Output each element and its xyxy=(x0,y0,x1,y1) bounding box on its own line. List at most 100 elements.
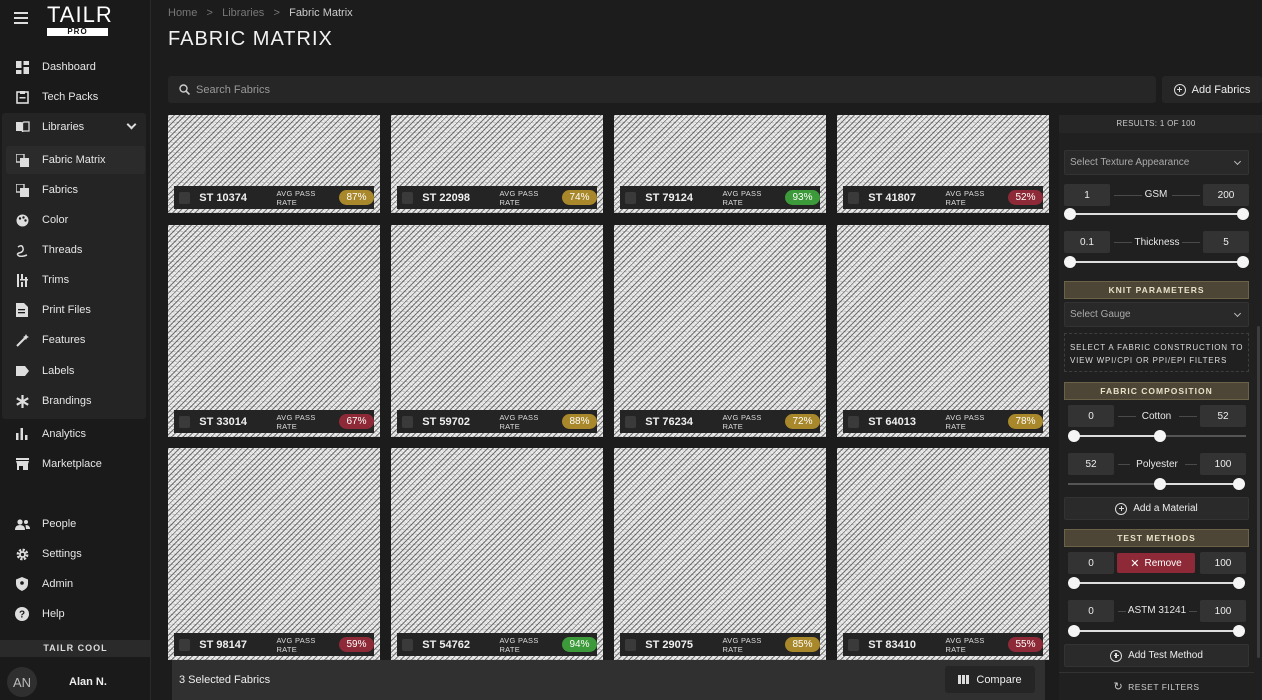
fabric-card[interactable]: ST 10374 AVG PASS RATE 87% xyxy=(168,115,380,213)
techpack-icon xyxy=(14,89,30,105)
polyester-min-input[interactable]: 52 xyxy=(1068,453,1114,475)
test1-slider-max-handle[interactable] xyxy=(1233,577,1245,589)
sidebar-item-libraries[interactable]: Libraries xyxy=(6,113,145,141)
fabric-card[interactable]: ST 83410 AVG PASS RATE 55% xyxy=(837,448,1049,660)
fabric-code: ST 76234 xyxy=(645,415,693,428)
fabric-card[interactable]: ST 29075 AVG PASS RATE 85% xyxy=(614,448,826,660)
test2-slider-max-handle[interactable] xyxy=(1233,625,1245,637)
sidebar-item-marketplace[interactable]: Marketplace xyxy=(6,450,145,478)
polyester-slider-max-handle[interactable] xyxy=(1233,478,1245,490)
cotton-max-input[interactable]: 52 xyxy=(1200,405,1246,427)
search-input[interactable] xyxy=(196,83,1096,96)
remove-test-button[interactable]: ✕ Remove xyxy=(1117,553,1195,573)
thickness-slider-min-handle[interactable] xyxy=(1064,256,1076,268)
chevron-down-icon[interactable] xyxy=(126,119,137,130)
test1-min-input[interactable]: 0 xyxy=(1068,552,1114,574)
sidebar-item-brandings[interactable]: Brandings xyxy=(6,387,145,415)
sidebar-item-people[interactable]: People xyxy=(6,510,145,538)
select-checkbox[interactable] xyxy=(179,191,191,204)
add-test-method-button[interactable]: Add Test Method xyxy=(1064,644,1249,667)
fabric-card[interactable]: ST 41807 AVG PASS RATE 52% xyxy=(837,115,1049,213)
knit-parameters-header: KNIT PARAMETERS xyxy=(1064,281,1249,299)
sidebar-item-features[interactable]: Features xyxy=(6,326,145,354)
test2-min-input[interactable]: 0 xyxy=(1068,600,1114,622)
reset-filters-button[interactable]: ↻ RESET FILTERS xyxy=(1059,672,1254,700)
sidebar-item-labels[interactable]: Labels xyxy=(6,357,145,385)
test2-max-input[interactable]: 100 xyxy=(1200,600,1246,622)
hamburger-menu-icon[interactable] xyxy=(14,12,28,24)
avg-pass-rate-label: AVG PASS RATE xyxy=(499,412,539,431)
app-logo[interactable]: TAILR PRO xyxy=(47,3,112,36)
cotton-min-input[interactable]: 0 xyxy=(1068,405,1114,427)
thickness-slider-max-handle[interactable] xyxy=(1237,256,1249,268)
gsm-max-input[interactable]: 200 xyxy=(1203,184,1249,206)
marketplace-icon xyxy=(14,456,30,472)
breadcrumb-home[interactable]: Home xyxy=(168,7,197,19)
texture-select[interactable]: Select Texture Appearance xyxy=(1064,150,1249,175)
fabric-card-footer: ST 98147 AVG PASS RATE 59% xyxy=(174,633,374,656)
sidebar-item-trims[interactable]: Trims xyxy=(6,266,145,294)
gsm-slider-max-handle[interactable] xyxy=(1237,208,1249,220)
fabric-card[interactable]: ST 22098 AVG PASS RATE 74% xyxy=(391,115,603,213)
polyester-slider-min-handle[interactable] xyxy=(1154,478,1166,490)
search-bar[interactable] xyxy=(168,76,1156,103)
breadcrumb-separator: > xyxy=(206,7,213,19)
test1-max-input[interactable]: 100 xyxy=(1200,552,1246,574)
cotton-slider-min-handle[interactable] xyxy=(1068,430,1080,442)
sidebar-item-fabric-matrix[interactable]: Fabric Matrix xyxy=(6,146,145,174)
thickness-max-input[interactable]: 5 xyxy=(1203,231,1249,253)
breadcrumb-libraries[interactable]: Libraries xyxy=(222,7,264,19)
fabric-card[interactable]: ST 64013 AVG PASS RATE 78% xyxy=(837,225,1049,437)
select-checkbox[interactable] xyxy=(402,415,414,428)
sidebar-item-print-files[interactable]: Print Files xyxy=(6,296,145,324)
add-material-button[interactable]: Add a Material xyxy=(1064,497,1249,520)
workspace-name[interactable]: TAILR COOL xyxy=(0,640,151,657)
thickness-min-input[interactable]: 0.1 xyxy=(1064,231,1110,253)
select-checkbox[interactable] xyxy=(625,191,637,204)
sidebar-item-label: Brandings xyxy=(42,395,92,407)
fabric-card[interactable]: ST 54762 AVG PASS RATE 94% xyxy=(391,448,603,660)
fabric-matrix-icon xyxy=(14,152,30,168)
sidebar-item-help[interactable]: ? Help xyxy=(6,600,145,628)
sidebar-item-settings[interactable]: Settings xyxy=(6,540,145,568)
sidebar-item-fabrics[interactable]: Fabrics xyxy=(6,176,145,204)
sidebar-item-label: Print Files xyxy=(42,304,91,316)
compare-button[interactable]: Compare xyxy=(945,666,1035,693)
test2-slider-min-handle[interactable] xyxy=(1068,625,1080,637)
fabric-card-footer: ST 33014 AVG PASS RATE 67% xyxy=(174,410,374,433)
sidebar-item-dashboard[interactable]: Dashboard xyxy=(6,53,145,81)
test1-slider-min-handle[interactable] xyxy=(1068,577,1080,589)
select-checkbox[interactable] xyxy=(848,191,860,204)
add-fabrics-button[interactable]: Add Fabrics xyxy=(1162,76,1262,103)
fabric-card[interactable]: ST 79124 AVG PASS RATE 93% xyxy=(614,115,826,213)
sidebar-item-color[interactable]: Color xyxy=(6,206,145,234)
select-checkbox[interactable] xyxy=(848,638,860,651)
select-checkbox[interactable] xyxy=(625,415,637,428)
select-checkbox[interactable] xyxy=(402,191,414,204)
select-checkbox[interactable] xyxy=(402,638,414,651)
polyester-max-input[interactable]: 100 xyxy=(1200,453,1246,475)
fabric-code: ST 10374 xyxy=(199,191,247,204)
select-checkbox[interactable] xyxy=(179,638,191,651)
gsm-slider-min-handle[interactable] xyxy=(1064,208,1076,220)
sidebar-item-admin[interactable]: Admin xyxy=(6,570,145,598)
fabric-card[interactable]: ST 59702 AVG PASS RATE 88% xyxy=(391,225,603,437)
sidebar-item-tech-packs[interactable]: Tech Packs xyxy=(6,83,145,111)
cotton-slider-max-handle[interactable] xyxy=(1154,430,1166,442)
fabric-card[interactable]: ST 98147 AVG PASS RATE 59% xyxy=(168,448,380,660)
sidebar-item-analytics[interactable]: Analytics xyxy=(6,420,145,448)
user-name: Alan N. xyxy=(69,676,107,688)
select-checkbox[interactable] xyxy=(179,415,191,428)
filter-scrollbar[interactable] xyxy=(1257,326,1260,658)
fabric-card[interactable]: ST 33014 AVG PASS RATE 67% xyxy=(168,225,380,437)
fabric-card[interactable]: ST 76234 AVG PASS RATE 72% xyxy=(614,225,826,437)
avg-pass-rate-label: AVG PASS RATE xyxy=(722,635,762,654)
gauge-select[interactable]: Select Gauge xyxy=(1064,302,1249,327)
select-checkbox[interactable] xyxy=(848,415,860,428)
sidebar-item-threads[interactable]: Threads xyxy=(6,236,145,264)
avg-pass-rate-label: AVG PASS RATE xyxy=(276,412,316,431)
gsm-min-input[interactable]: 1 xyxy=(1064,184,1110,206)
sidebar-item-label: Color xyxy=(42,214,69,226)
user-profile[interactable]: AN Alan N. xyxy=(0,664,151,700)
select-checkbox[interactable] xyxy=(625,638,637,651)
